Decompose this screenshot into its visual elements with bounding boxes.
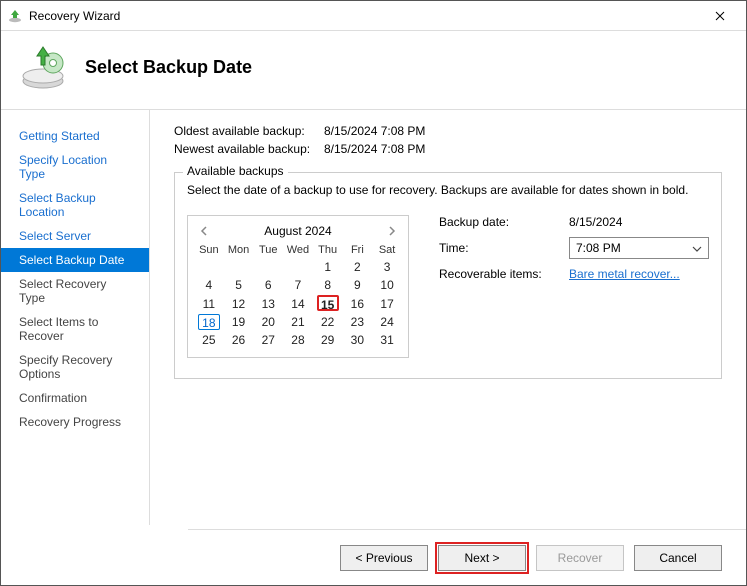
calendar-day[interactable]: 4: [194, 276, 224, 294]
backup-date-value: 8/15/2024: [569, 215, 622, 229]
backup-date-label: Backup date:: [439, 215, 569, 229]
calendar-day[interactable]: 29: [313, 331, 343, 349]
calendar-day[interactable]: 12: [224, 294, 254, 313]
calendar-day[interactable]: 1: [313, 258, 343, 276]
calendar-day: [224, 258, 254, 276]
titlebar: Recovery Wizard: [1, 1, 746, 31]
step-recovery-progress: Recovery Progress: [1, 410, 149, 434]
newest-backup-label: Newest available backup:: [174, 142, 324, 156]
calendar-day[interactable]: 31: [372, 331, 402, 349]
calendar-day[interactable]: 22: [313, 313, 343, 331]
calendar-dow: Tue: [253, 242, 283, 258]
available-backups-group: Available backups Select the date of a b…: [174, 172, 722, 379]
window-title: Recovery Wizard: [29, 9, 700, 23]
step-select-recovery-type: Select Recovery Type: [1, 272, 149, 310]
calendar-day[interactable]: 26: [224, 331, 254, 349]
wizard-header: Select Backup Date: [1, 31, 746, 107]
app-icon: [7, 8, 23, 24]
main-panel: Oldest available backup: 8/15/2024 7:08 …: [150, 110, 746, 525]
calendar-day[interactable]: 28: [283, 331, 313, 349]
newest-backup-row: Newest available backup: 8/15/2024 7:08 …: [174, 142, 722, 156]
calendar-dow: Mon: [224, 242, 254, 258]
recover-button: Recover: [536, 545, 624, 571]
calendar-dow: Thu: [313, 242, 343, 258]
step-specify-recovery-options: Specify Recovery Options: [1, 348, 149, 386]
step-select-server[interactable]: Select Server: [1, 224, 149, 248]
calendar-day[interactable]: 10: [372, 276, 402, 294]
next-button[interactable]: Next >: [438, 545, 526, 571]
backup-calendar[interactable]: August 2024 SunMonTueWedThuFriSat 123456…: [187, 215, 409, 358]
calendar-day[interactable]: 20: [253, 313, 283, 331]
calendar-day[interactable]: 13: [253, 294, 283, 313]
calendar-prev-month[interactable]: [194, 220, 214, 242]
oldest-backup-label: Oldest available backup:: [174, 124, 324, 138]
step-getting-started[interactable]: Getting Started: [1, 124, 149, 148]
backup-time-label: Time:: [439, 241, 569, 255]
calendar-next-month[interactable]: [382, 220, 402, 242]
content-area: Getting Started Specify Location Type Se…: [1, 109, 746, 525]
calendar-day[interactable]: 14: [283, 294, 313, 313]
step-confirmation: Confirmation: [1, 386, 149, 410]
backup-time-select[interactable]: 7:08 PM: [569, 237, 709, 259]
calendar-dow: Fri: [343, 242, 373, 258]
calendar-day[interactable]: 25: [194, 331, 224, 349]
calendar-day[interactable]: 3: [372, 258, 402, 276]
available-backups-legend: Available backups: [183, 164, 288, 178]
calendar-day[interactable]: 15: [313, 294, 343, 313]
newest-backup-value: 8/15/2024 7:08 PM: [324, 142, 425, 156]
calendar-day[interactable]: 2: [343, 258, 373, 276]
recoverable-items-label: Recoverable items:: [439, 267, 569, 281]
calendar-day[interactable]: 18: [194, 313, 224, 331]
wizard-steps-sidebar: Getting Started Specify Location Type Se…: [1, 110, 150, 525]
calendar-day[interactable]: 16: [343, 294, 373, 313]
page-title: Select Backup Date: [85, 57, 252, 78]
close-button[interactable]: [700, 2, 740, 30]
wizard-icon: [19, 43, 67, 91]
calendar-dow: Sat: [372, 242, 402, 258]
calendar-day: [194, 258, 224, 276]
calendar-month-title: August 2024: [264, 224, 331, 238]
step-select-backup-location[interactable]: Select Backup Location: [1, 186, 149, 224]
step-select-backup-date[interactable]: Select Backup Date: [1, 248, 149, 272]
available-backups-desc: Select the date of a backup to use for r…: [187, 183, 709, 197]
calendar-day[interactable]: 8: [313, 276, 343, 294]
calendar-day: [283, 258, 313, 276]
calendar-day[interactable]: 7: [283, 276, 313, 294]
calendar-day[interactable]: 27: [253, 331, 283, 349]
calendar-day: [253, 258, 283, 276]
calendar-day[interactable]: 30: [343, 331, 373, 349]
backup-details: Backup date: 8/15/2024 Time: 7:08 PM: [439, 215, 709, 289]
calendar-day[interactable]: 17: [372, 294, 402, 313]
calendar-day[interactable]: 23: [343, 313, 373, 331]
chevron-down-icon: [692, 241, 702, 255]
calendar-day[interactable]: 6: [253, 276, 283, 294]
calendar-dow: Wed: [283, 242, 313, 258]
calendar-day[interactable]: 21: [283, 313, 313, 331]
recoverable-items-link[interactable]: Bare metal recover...: [569, 267, 680, 281]
previous-button[interactable]: < Previous: [340, 545, 428, 571]
calendar-day[interactable]: 11: [194, 294, 224, 313]
calendar-day[interactable]: 19: [224, 313, 254, 331]
backup-time-value: 7:08 PM: [576, 241, 621, 255]
step-select-items-to-recover: Select Items to Recover: [1, 310, 149, 348]
calendar-day[interactable]: 24: [372, 313, 402, 331]
oldest-backup-value: 8/15/2024 7:08 PM: [324, 124, 425, 138]
calendar-day[interactable]: 5: [224, 276, 254, 294]
calendar-day[interactable]: 9: [343, 276, 373, 294]
calendar-grid: SunMonTueWedThuFriSat 123456789101112131…: [194, 242, 402, 349]
wizard-footer: < Previous Next > Recover Cancel: [188, 529, 746, 585]
cancel-button[interactable]: Cancel: [634, 545, 722, 571]
calendar-dow: Sun: [194, 242, 224, 258]
recovery-wizard-window: Recovery Wizard Select Backup Date Getti…: [0, 0, 747, 586]
step-specify-location-type[interactable]: Specify Location Type: [1, 148, 149, 186]
oldest-backup-row: Oldest available backup: 8/15/2024 7:08 …: [174, 124, 722, 138]
